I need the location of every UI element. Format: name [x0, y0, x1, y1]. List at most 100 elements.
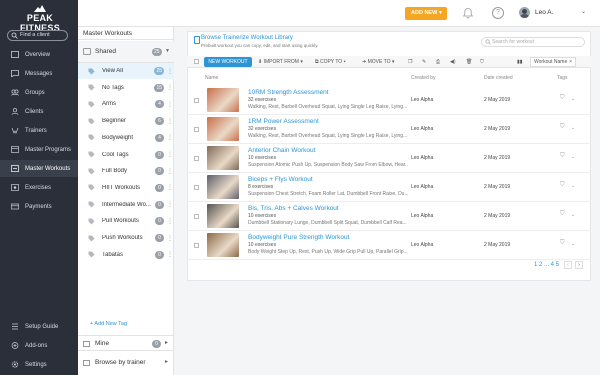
- column-name[interactable]: Name: [205, 75, 218, 81]
- edit-icon[interactable]: ✎: [422, 58, 426, 66]
- user-name[interactable]: Leo A.: [535, 9, 553, 16]
- sidebar-item-addons[interactable]: Add-ons: [0, 337, 78, 354]
- workout-title-link[interactable]: Anterior Chain Workout: [248, 147, 315, 154]
- tag-menu-icon[interactable]: ⋮: [167, 235, 173, 242]
- tag-menu-icon[interactable]: ⋮: [167, 201, 173, 208]
- new-workout-button[interactable]: NEW WORKOUT: [204, 57, 252, 67]
- add-new-button[interactable]: ADD NEW ▼: [405, 7, 447, 20]
- workout-title-link[interactable]: Biceps + Flys Workout: [248, 176, 313, 183]
- tag-item[interactable]: Tabatas 0 ⋮: [78, 247, 174, 263]
- row-checkbox[interactable]: [194, 156, 199, 161]
- tag-menu-icon[interactable]: ⋮: [167, 84, 173, 91]
- tag-item[interactable]: Bodyweight 4 ⋮: [78, 130, 174, 146]
- tag-menu-icon[interactable]: ⋮: [167, 134, 173, 141]
- workout-title-link[interactable]: Bodyweight Pure Strength Workout: [248, 234, 349, 241]
- tag-menu-icon[interactable]: ⋮: [167, 101, 173, 108]
- delete-icon[interactable]: 🗑: [466, 58, 472, 66]
- import-from-button[interactable]: ⬇ IMPORT FROM ▾: [258, 58, 303, 66]
- add-new-tag-link[interactable]: + Add New Tag: [90, 321, 127, 327]
- tag-item[interactable]: Pull Workouts 0 ⋮: [78, 213, 174, 229]
- workout-thumbnail[interactable]: [207, 175, 239, 199]
- tag-item[interactable]: View All 25 ⋮: [78, 63, 174, 79]
- sidebar-item-master-workouts[interactable]: Master Workouts: [0, 160, 78, 177]
- workout-thumbnail[interactable]: [207, 204, 239, 228]
- tag-item[interactable]: Arms 4 ⋮: [78, 96, 174, 112]
- select-all-checkbox[interactable]: [194, 59, 199, 64]
- browse-library-link[interactable]: Browse Trainerize Workout Library: [201, 35, 293, 41]
- row-caret-icon[interactable]: ⌄: [571, 183, 575, 189]
- row-tag-icon[interactable]: ⛉: [560, 182, 565, 189]
- workout-title-link[interactable]: 1RM Power Assessment: [248, 118, 319, 125]
- row-caret-icon[interactable]: ⌄: [571, 125, 575, 131]
- sidebar-item-messages[interactable]: Messages: [0, 65, 78, 82]
- row-checkbox[interactable]: [194, 243, 199, 248]
- shared-caret-icon[interactable]: ▼: [165, 48, 170, 54]
- row-checkbox[interactable]: [194, 214, 199, 219]
- shared-section-header[interactable]: Shared 25 ▼: [78, 41, 174, 63]
- sidebar-item-groups[interactable]: Groups: [0, 84, 78, 101]
- row-tag-icon[interactable]: ⛉: [560, 124, 565, 131]
- sidebar-item-overview[interactable]: Overview: [0, 46, 78, 63]
- bell-icon[interactable]: [462, 7, 474, 19]
- row-caret-icon[interactable]: ⌄: [571, 241, 575, 247]
- row-caret-icon[interactable]: ⌄: [571, 212, 575, 218]
- row-tag-icon[interactable]: ⛉: [560, 240, 565, 247]
- browse-by-trainer[interactable]: Browse by trainer ▸: [78, 356, 174, 372]
- mine-section[interactable]: Mine 0 ▸: [78, 335, 174, 351]
- tag-item[interactable]: Cool Tags 0 ⋮: [78, 147, 174, 163]
- workout-thumbnail[interactable]: [207, 117, 239, 141]
- sidebar-item-exercises[interactable]: Exercises: [0, 179, 78, 196]
- find-client-input[interactable]: Find a client: [7, 30, 68, 41]
- print-icon[interactable]: ⎙: [436, 58, 440, 66]
- tag-menu-icon[interactable]: ⋮: [167, 151, 173, 158]
- row-checkbox[interactable]: [194, 185, 199, 190]
- tag-item[interactable]: Beginner 6 ⋮: [78, 113, 174, 129]
- sidebar-item-master-programs[interactable]: Master Programs: [0, 141, 78, 158]
- user-menu-caret-icon[interactable]: ⌄: [581, 8, 586, 15]
- row-checkbox[interactable]: [194, 127, 199, 132]
- row-tag-icon[interactable]: ⛉: [560, 211, 565, 218]
- row-checkbox[interactable]: [194, 98, 199, 103]
- sidebar-item-setup-guide[interactable]: Setup Guide: [0, 318, 78, 335]
- sidebar-item-payments[interactable]: Payments: [0, 198, 78, 215]
- tag-item[interactable]: HIIT Workouts 0 ⋮: [78, 180, 174, 196]
- row-tag-icon[interactable]: ⛉: [560, 153, 565, 160]
- next-page-icon[interactable]: ›: [575, 261, 583, 269]
- row-tag-icon[interactable]: ⛉: [560, 95, 565, 102]
- workout-search-input[interactable]: Search for workout: [481, 37, 585, 47]
- tag-item[interactable]: No Tags 15 ⋮: [78, 80, 174, 96]
- tag-menu-icon[interactable]: ⋮: [167, 168, 173, 175]
- duplicate-icon[interactable]: ❐: [408, 58, 412, 66]
- move-to-button[interactable]: ➜ MOVE TO ▾: [362, 58, 394, 66]
- sort-clear-icon[interactable]: ×: [569, 58, 572, 66]
- user-avatar[interactable]: [519, 7, 530, 18]
- workout-title-link[interactable]: 10RM Strength Assessment: [248, 89, 329, 96]
- tag-menu-icon[interactable]: ⋮: [167, 218, 173, 225]
- workout-thumbnail[interactable]: [207, 88, 239, 112]
- tag-item[interactable]: Intermediate Wo... 0 ⋮: [78, 197, 174, 213]
- tag-menu-icon[interactable]: ⋮: [167, 184, 173, 191]
- column-date-created[interactable]: Date created: [484, 75, 513, 81]
- tag-item[interactable]: Push Workouts 0 ⋮: [78, 230, 174, 246]
- row-caret-icon[interactable]: ⌄: [571, 154, 575, 160]
- workout-title-link[interactable]: Bis, Tris, Abs + Calves Workout: [248, 205, 339, 212]
- sidebar-item-label: Trainers: [25, 127, 47, 134]
- tag-menu-icon[interactable]: ⋮: [167, 118, 173, 125]
- tag-item[interactable]: Full Body 0 ⋮: [78, 163, 174, 179]
- sidebar-item-clients[interactable]: Clients: [0, 103, 78, 120]
- copy-to-button[interactable]: ⧉ COPY TO ▾: [315, 58, 346, 66]
- tag-menu-icon[interactable]: ⋮: [167, 68, 173, 75]
- tag-menu-icon[interactable]: ⋮: [167, 251, 173, 258]
- help-icon[interactable]: ?: [492, 7, 504, 19]
- column-created-by[interactable]: Created by: [411, 75, 435, 81]
- row-caret-icon[interactable]: ⌄: [571, 96, 575, 102]
- sidebar-item-trainers[interactable]: Trainers: [0, 122, 78, 139]
- tag-icon[interactable]: ⛉: [480, 58, 484, 66]
- audio-icon[interactable]: ◀): [450, 58, 456, 66]
- workout-thumbnail[interactable]: [207, 233, 239, 257]
- sidebar-item-settings[interactable]: Settings: [0, 356, 78, 373]
- sort-dropdown[interactable]: Workout Name ×: [530, 57, 576, 67]
- pagination[interactable]: 1 2 ... 4 5: [534, 262, 559, 268]
- workout-thumbnail[interactable]: [207, 146, 239, 170]
- prev-page-icon[interactable]: ‹: [564, 261, 572, 269]
